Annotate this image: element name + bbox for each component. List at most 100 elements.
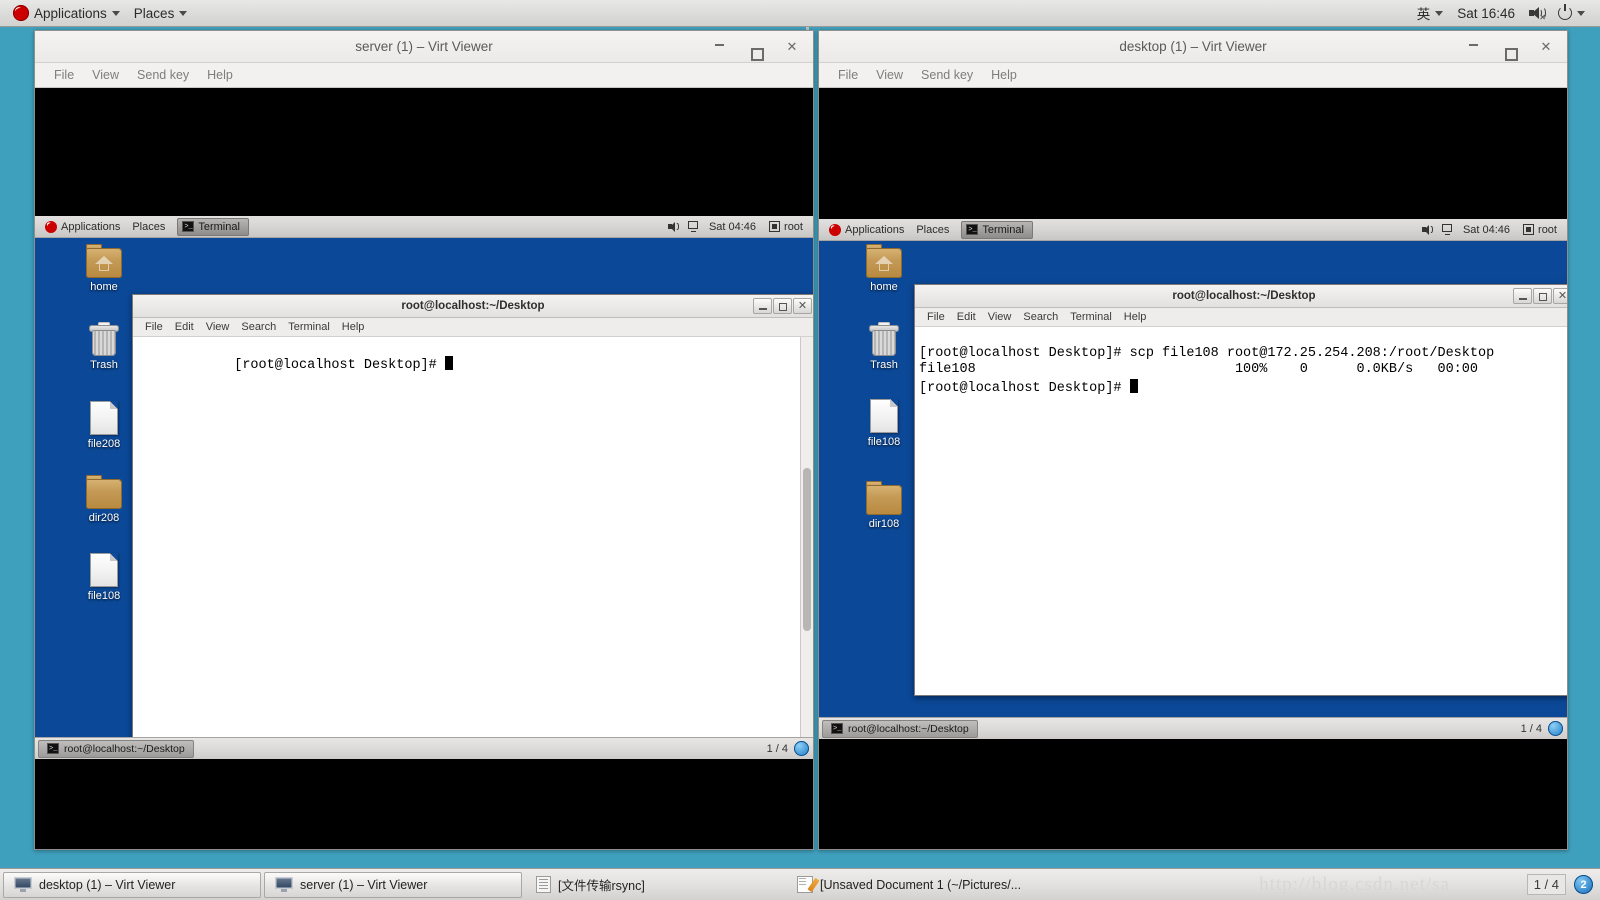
guest-clock[interactable]: Sat 04:46 [1463, 224, 1510, 236]
terminal-minimize-button[interactable] [753, 298, 772, 314]
desktop-icon-label: file208 [87, 438, 121, 450]
applications-menu[interactable]: Applications [6, 2, 127, 24]
terminal-menu-view[interactable]: View [200, 320, 236, 334]
network-icon[interactable] [687, 221, 701, 232]
guest-desktop-server[interactable]: Applications Places >_ Terminal Sat 04:4… [35, 216, 813, 759]
desktop-icon-file108[interactable]: file108 [73, 553, 135, 603]
menu-file[interactable]: File [45, 66, 83, 84]
guest-user-menu[interactable]: root [764, 219, 808, 235]
terminal-maximize-button[interactable] [1533, 288, 1552, 304]
window-titlebar[interactable]: server (1) – Virt Viewer ✕ [35, 31, 813, 63]
terminal-close-button[interactable]: ✕ [1553, 288, 1567, 304]
terminal-menu-edit[interactable]: Edit [169, 320, 200, 334]
menu-file[interactable]: File [829, 66, 867, 84]
terminal-icon: >_ [831, 723, 843, 734]
guest-taskbar-item-terminal[interactable]: >_ Terminal [177, 217, 249, 236]
guest-places-menu[interactable]: Places [910, 222, 955, 238]
terminal-title: root@localhost:~/Desktop [1172, 290, 1316, 302]
guest-workspace-indicator-icon[interactable] [794, 741, 809, 756]
guest-workspace-pager[interactable]: 1 / 4 [767, 741, 813, 756]
guest-places-label: Places [132, 220, 166, 233]
terminal-minimize-button[interactable] [1513, 288, 1532, 304]
desktop-icon-dir208[interactable]: dir208 [73, 475, 135, 525]
close-button[interactable]: ✕ [785, 40, 799, 53]
menu-view[interactable]: View [867, 66, 912, 84]
network-icon[interactable] [1441, 224, 1455, 235]
desktop-icon-label: home [90, 281, 118, 293]
terminal-menu-help[interactable]: Help [1118, 310, 1153, 324]
taskbar-item-unsaved-document[interactable]: [Unsaved Document 1 (~/Pictures/... [786, 872, 1044, 898]
terminal-menu-view[interactable]: View [982, 310, 1018, 324]
monitor-icon [14, 877, 32, 892]
desktop-icon-trash[interactable]: Trash [853, 322, 915, 372]
system-menu[interactable] [1551, 3, 1592, 23]
terminal-maximize-button[interactable] [773, 298, 792, 314]
terminal-output[interactable]: [root@localhost Desktop]# [133, 337, 813, 745]
terminal-menubar[interactable]: File Edit View Search Terminal Help [915, 308, 1567, 327]
terminal-titlebar[interactable]: root@localhost:~/Desktop ✕ [915, 285, 1567, 308]
volume-icon[interactable] [667, 221, 680, 232]
guest-applications-menu[interactable]: Applications [39, 219, 126, 235]
taskbar-item-server-virt-viewer[interactable]: server (1) – Virt Viewer [264, 871, 522, 898]
guest-desktop-desktop[interactable]: Applications Places >_ Terminal Sat 04:4… [819, 219, 1567, 739]
guest-workspace-indicator-icon[interactable] [1548, 721, 1563, 736]
window-titlebar[interactable]: desktop (1) – Virt Viewer ✕ [819, 31, 1567, 63]
desktop-icon-file208[interactable]: file208 [73, 401, 135, 451]
window-menubar[interactable]: File View Send key Help [819, 63, 1567, 88]
menu-view[interactable]: View [83, 66, 128, 84]
workspace-indicator-icon[interactable]: 2 [1574, 875, 1593, 894]
guest-workspace-pager[interactable]: 1 / 4 [1521, 721, 1567, 736]
terminal-menu-search[interactable]: Search [235, 320, 282, 334]
desktop-icon-home[interactable]: home [73, 244, 135, 294]
clock[interactable]: Sat 16:46 [1450, 3, 1522, 24]
guest-screen-desktop[interactable]: Applications Places >_ Terminal Sat 04:4… [819, 88, 1567, 849]
menu-help[interactable]: Help [198, 66, 242, 84]
taskbar-pager-label[interactable]: 1 / 4 [1526, 874, 1566, 895]
guest-places-menu[interactable]: Places [126, 219, 171, 235]
guest-window-button-terminal[interactable]: >_ root@localhost:~/Desktop [38, 739, 194, 758]
terminal-line: [root@localhost Desktop]# scp file108 ro… [919, 345, 1495, 361]
guest-applications-menu[interactable]: Applications [823, 222, 910, 238]
terminal-menu-edit[interactable]: Edit [951, 310, 982, 324]
menu-help[interactable]: Help [982, 66, 1026, 84]
desktop-icon-file108[interactable]: file108 [853, 399, 915, 449]
virt-viewer-window-server[interactable]: server (1) – Virt Viewer ✕ File View Sen… [34, 30, 814, 850]
guest-clock[interactable]: Sat 04:46 [709, 221, 756, 233]
window-menubar[interactable]: File View Send key Help [35, 63, 813, 88]
terminal-menubar[interactable]: File Edit View Search Terminal Help [133, 318, 813, 337]
places-menu[interactable]: Places [127, 3, 195, 24]
guest-terminal-window[interactable]: root@localhost:~/Desktop ✕ File Edit Vie… [914, 284, 1567, 696]
guest-taskbar-item-label: Terminal [982, 223, 1024, 236]
input-method-indicator[interactable]: 英 [1410, 0, 1451, 26]
guest-window-button-terminal[interactable]: >_ root@localhost:~/Desktop [822, 719, 978, 738]
host-top-panel: Applications Places 英 Sat 16:46 ✕ [0, 0, 1600, 27]
close-button[interactable]: ✕ [1539, 40, 1553, 53]
terminal-menu-terminal[interactable]: Terminal [282, 320, 336, 334]
volume-icon[interactable] [1421, 224, 1434, 235]
menu-send-key[interactable]: Send key [912, 66, 982, 84]
terminal-menu-file[interactable]: File [139, 320, 169, 334]
menu-send-key[interactable]: Send key [128, 66, 198, 84]
terminal-scrollbar-thumb[interactable] [803, 467, 811, 631]
guest-terminal-window[interactable]: root@localhost:~/Desktop ✕ File Edit Vie… [132, 294, 813, 746]
terminal-close-button[interactable]: ✕ [793, 298, 812, 314]
terminal-titlebar[interactable]: root@localhost:~/Desktop ✕ [133, 295, 813, 318]
guest-user-menu[interactable]: root [1518, 222, 1562, 238]
terminal-scrollbar[interactable] [800, 337, 813, 745]
guest-taskbar-item-terminal[interactable]: >_ Terminal [961, 220, 1033, 239]
terminal-menu-file[interactable]: File [921, 310, 951, 324]
taskbar-item-desktop-virt-viewer[interactable]: desktop (1) – Virt Viewer [3, 871, 261, 898]
guest-screen-server[interactable]: Applications Places >_ Terminal Sat 04:4… [35, 88, 813, 849]
terminal-output[interactable]: [root@localhost Desktop]# scp file108 ro… [915, 327, 1567, 695]
virt-viewer-window-desktop[interactable]: desktop (1) – Virt Viewer ✕ File View Se… [818, 30, 1568, 850]
terminal-menu-help[interactable]: Help [336, 320, 371, 334]
desktop-icon-home[interactable]: home [853, 244, 915, 294]
terminal-menu-search[interactable]: Search [1017, 310, 1064, 324]
terminal-menu-terminal[interactable]: Terminal [1064, 310, 1118, 324]
desktop-icon-trash[interactable]: Trash [73, 322, 135, 372]
taskbar-item-rsync-document[interactable]: [文件传输rsync] [525, 872, 783, 898]
volume-button[interactable]: ✕ [1522, 3, 1551, 23]
terminal-line: [root@localhost Desktop]# [919, 380, 1130, 396]
guest-pager-label: 1 / 4 [766, 742, 788, 755]
desktop-icon-dir108[interactable]: dir108 [853, 481, 915, 531]
